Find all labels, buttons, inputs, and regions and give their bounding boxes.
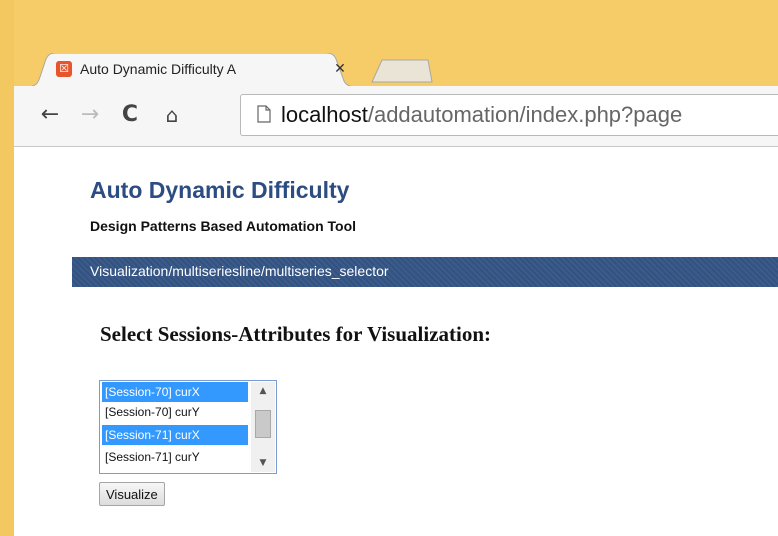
breadcrumb-text: Visualization/multiseriesline/multiserie… [90, 263, 389, 279]
site-title: Auto Dynamic Difficulty [90, 177, 350, 203]
xampp-favicon-icon: ☒ [56, 61, 72, 77]
page-heading: Select Sessions-Attributes for Visualiza… [100, 322, 492, 346]
page-icon [257, 105, 271, 123]
home-icon[interactable]: ⌂ [156, 98, 188, 132]
listbox-option[interactable]: [Session-70] curY [102, 402, 248, 422]
browser-tab[interactable]: ☒ Auto Dynamic Difficulty A ✕ [26, 53, 356, 87]
forward-arrow-icon[interactable]: → [74, 98, 106, 132]
tab-title-fade [276, 59, 326, 81]
scroll-down-arrow-icon[interactable]: ▼ [251, 454, 275, 472]
url-path: /addautomation/index.php?page [367, 102, 683, 127]
listbox-scrollbar[interactable]: ▲ ▼ [251, 382, 275, 472]
url-host: localhost [281, 102, 368, 127]
new-tab-button[interactable] [370, 58, 434, 84]
address-bar[interactable]: localhost/addautomation/index.php?page [240, 94, 778, 136]
browser-toolbar: ← → C ⌂ localhost/addautomation/index.ph… [14, 86, 778, 147]
breadcrumb: Visualization/multiseriesline/multiserie… [72, 257, 778, 287]
reload-icon[interactable]: C [114, 98, 146, 132]
visualize-button[interactable]: Visualize [99, 482, 165, 506]
listbox-option[interactable]: [Session-70] curX [102, 382, 248, 402]
address-url[interactable]: localhost/addautomation/index.php?page [281, 102, 682, 128]
back-arrow-icon[interactable]: ← [34, 98, 66, 132]
scrollbar-thumb[interactable] [255, 410, 271, 438]
tab-close-icon[interactable]: ✕ [331, 60, 349, 78]
sessions-attributes-listbox[interactable]: [Session-70] curX [Session-70] curY [Ses… [99, 380, 277, 474]
page-content: Auto Dynamic Difficulty Design Patterns … [14, 147, 778, 536]
scroll-up-arrow-icon[interactable]: ▲ [251, 382, 275, 400]
listbox-option[interactable]: [Session-71] curX [102, 425, 248, 445]
site-subtitle: Design Patterns Based Automation Tool [90, 218, 357, 234]
listbox-option[interactable]: [Session-71] curY [102, 447, 248, 467]
